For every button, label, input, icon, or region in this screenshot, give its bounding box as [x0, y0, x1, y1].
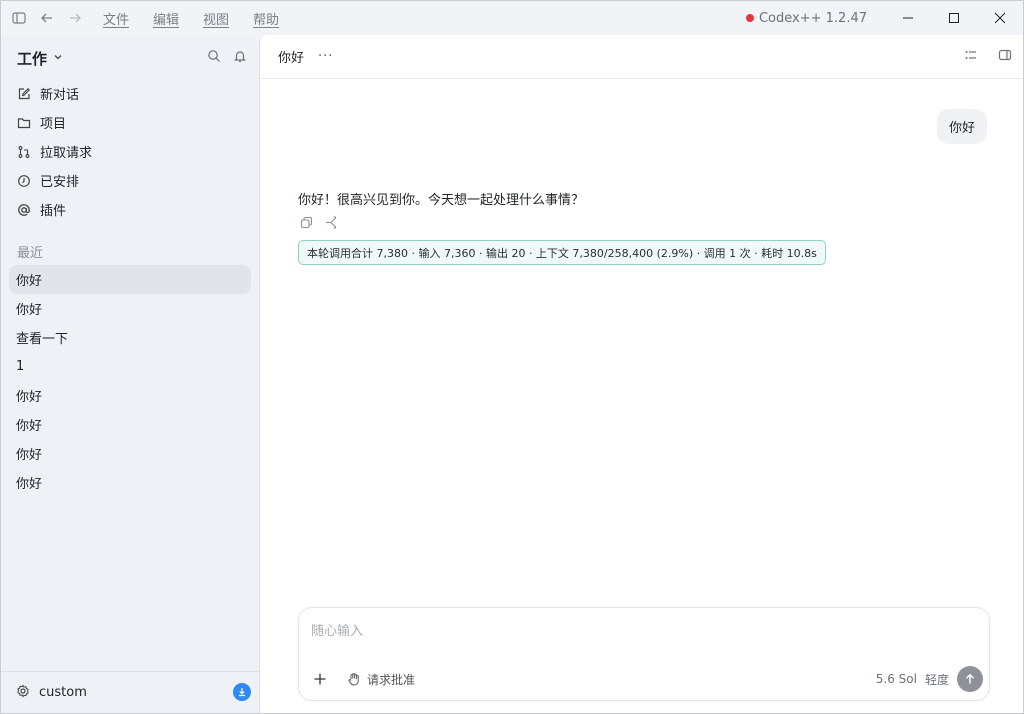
- sidebar-item-projects[interactable]: 项目: [9, 108, 251, 137]
- workspace-header: 工作: [17, 47, 247, 69]
- menu-view[interactable]: 视图: [203, 9, 229, 28]
- search-icon[interactable]: [207, 49, 221, 67]
- sidebar-item-label: 新对话: [40, 88, 80, 103]
- hand-icon: [347, 672, 361, 686]
- close-button[interactable]: [977, 1, 1023, 35]
- side-panel-toggle-icon[interactable]: [998, 48, 1012, 66]
- maximize-button[interactable]: [931, 1, 977, 35]
- sidebar: 工作 新对话 项目 拉取请求 已安排 插件 最近 你好 你好 查看一下 1 你好…: [1, 35, 259, 713]
- user-message-bubble: 你好: [936, 109, 987, 144]
- recent-item[interactable]: 查看一下: [9, 323, 251, 352]
- pull-request-icon: [17, 145, 31, 159]
- sidebar-item-scheduled[interactable]: 已安排: [9, 166, 251, 195]
- approval-mode-button[interactable]: 请求批准: [347, 671, 415, 688]
- minimize-button[interactable]: [885, 1, 931, 35]
- menu-bar: 文件 编辑 视图 帮助: [103, 9, 303, 28]
- recent-list: 你好 你好 查看一下 1 你好 你好 你好 你好: [9, 265, 251, 497]
- clock-icon: [17, 174, 31, 188]
- conversation-title: 你好: [278, 51, 305, 66]
- app-title: Codex++ 1.2.47: [745, 10, 867, 26]
- message-actions: [300, 216, 339, 233]
- edit-icon: [17, 87, 31, 101]
- recent-item[interactable]: 你好: [9, 265, 251, 294]
- forward-arrow-icon[interactable]: [61, 1, 89, 35]
- sidebar-item-label: 拉取请求: [40, 146, 93, 161]
- recent-item[interactable]: 1: [9, 352, 251, 381]
- at-icon: [17, 203, 31, 217]
- recent-item[interactable]: 你好: [9, 468, 251, 497]
- menu-file[interactable]: 文件: [103, 9, 129, 28]
- message-input[interactable]: [311, 624, 971, 639]
- add-attachment-button[interactable]: [311, 670, 329, 688]
- approval-mode-label: 请求批准: [367, 672, 416, 687]
- token-usage-badge: 本轮调用合计 7,380 · 输入 7,360 · 输出 20 · 上下文 7,…: [298, 240, 826, 265]
- copy-icon[interactable]: [300, 216, 313, 233]
- composer: 请求批准 5.6 Sol 轻度: [298, 607, 990, 701]
- sidebar-nav: 新对话 项目 拉取请求 已安排 插件: [9, 79, 251, 224]
- sidebar-item-label: 已安排: [40, 175, 80, 190]
- sidebar-item-label: 插件: [40, 204, 67, 219]
- profile-label[interactable]: custom: [39, 685, 87, 700]
- sidebar-toggle-icon[interactable]: [5, 1, 33, 35]
- recent-item[interactable]: 你好: [9, 294, 251, 323]
- bell-icon[interactable]: [233, 49, 247, 67]
- checklist-icon[interactable]: [964, 48, 978, 66]
- status-dot-icon: [745, 14, 754, 22]
- model-selector[interactable]: 5.6 Sol: [876, 672, 917, 686]
- more-options-button[interactable]: ···: [318, 49, 333, 64]
- recent-item[interactable]: 你好: [9, 410, 251, 439]
- sidebar-item-pull-requests[interactable]: 拉取请求: [9, 137, 251, 166]
- reasoning-effort-selector[interactable]: 轻度: [925, 671, 949, 688]
- main-panel: 你好 ··· 你好 你好！很高兴见到你。今天想一起处理什么事情？ 本轮调用合计 …: [259, 35, 1023, 713]
- sidebar-item-plugins[interactable]: 插件: [9, 195, 251, 224]
- menu-edit[interactable]: 编辑: [153, 9, 179, 28]
- assistant-message: 你好！很高兴见到你。今天想一起处理什么事情？: [298, 193, 585, 208]
- fork-branch-icon[interactable]: [325, 216, 339, 233]
- recent-item[interactable]: 你好: [9, 439, 251, 468]
- conversation-header: 你好 ···: [260, 35, 1023, 79]
- app-title-text: Codex++ 1.2.47: [758, 10, 867, 26]
- workspace-switcher[interactable]: 工作: [17, 48, 47, 69]
- recent-item[interactable]: 你好: [9, 381, 251, 410]
- send-button[interactable]: [957, 666, 983, 692]
- settings-gear-icon[interactable]: [16, 684, 30, 702]
- sidebar-item-label: 项目: [40, 117, 67, 132]
- recent-section-label: 最近: [17, 246, 44, 261]
- sidebar-item-new-chat[interactable]: 新对话: [9, 79, 251, 108]
- app-window: 文件 编辑 视图 帮助 Codex++ 1.2.47 工作 新对话 项目 拉取请…: [0, 0, 1024, 714]
- title-bar: 文件 编辑 视图 帮助 Codex++ 1.2.47: [1, 1, 1023, 35]
- menu-help[interactable]: 帮助: [253, 9, 279, 28]
- folder-icon: [17, 116, 31, 130]
- chevron-down-icon[interactable]: [53, 52, 63, 65]
- download-icon[interactable]: [233, 683, 251, 701]
- sidebar-footer[interactable]: custom: [1, 671, 259, 713]
- back-arrow-icon[interactable]: [33, 1, 61, 35]
